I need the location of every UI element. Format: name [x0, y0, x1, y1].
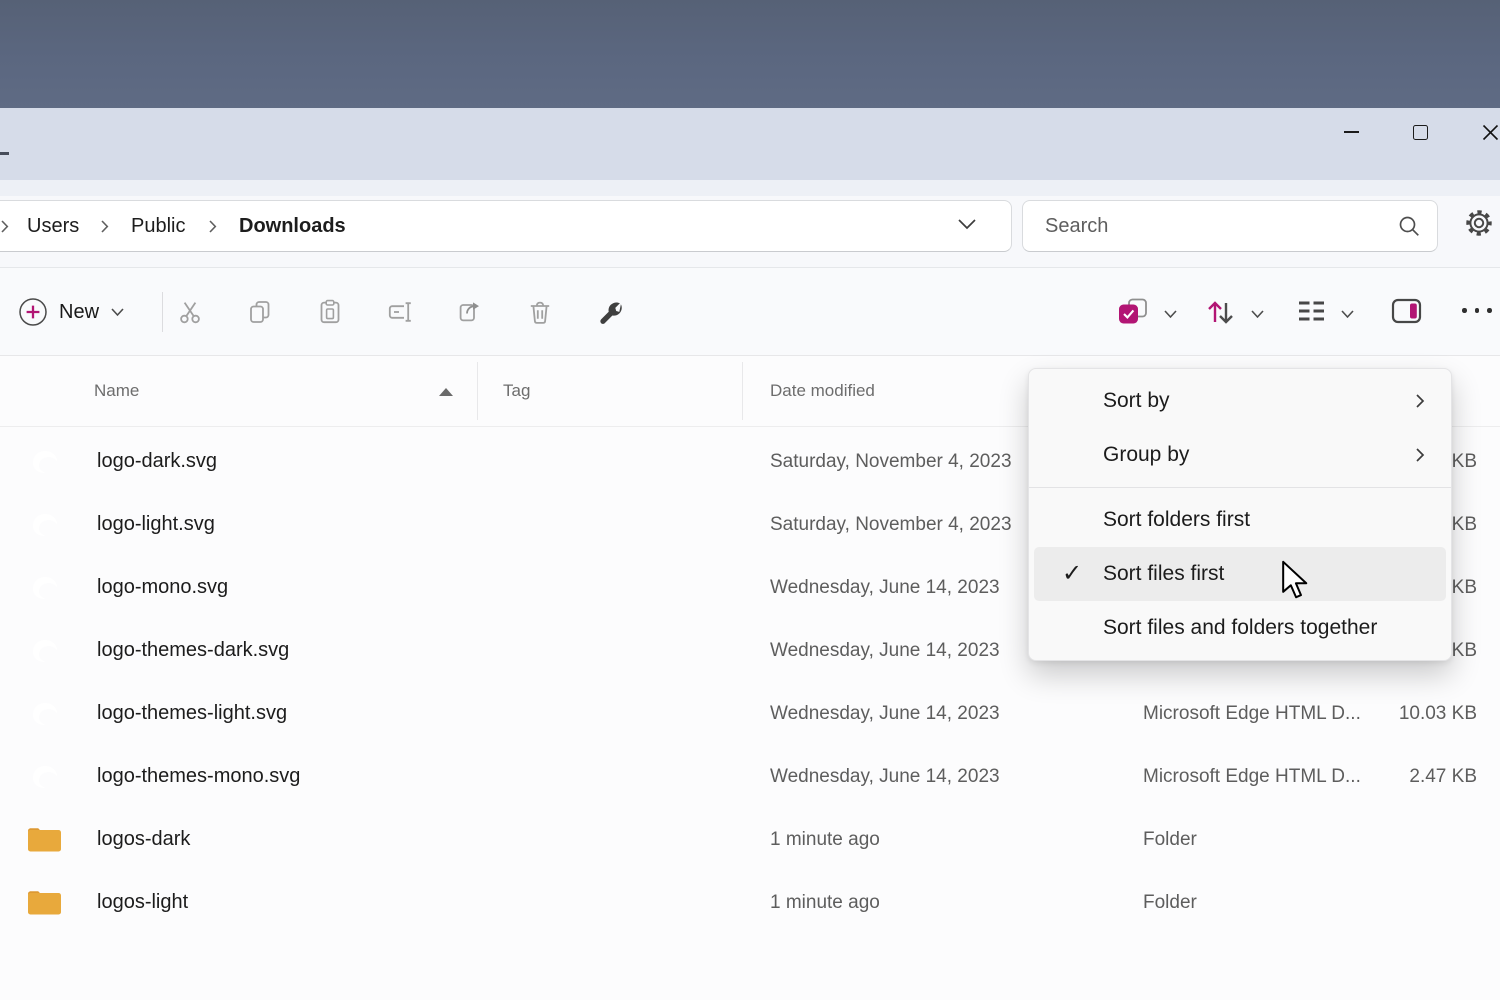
- submenu-chevron-icon: [1415, 447, 1425, 463]
- edge-logo-icon: [24, 567, 64, 607]
- file-date-modified: 1 minute ago: [770, 808, 880, 871]
- file-name: logos-dark: [97, 808, 190, 871]
- file-name: logo-themes-dark.svg: [97, 619, 289, 682]
- file-date-modified: Saturday, November 4, 2023: [770, 430, 1012, 493]
- edge-logo-icon: [24, 441, 64, 481]
- file-name: logo-themes-light.svg: [97, 682, 287, 745]
- file-row[interactable]: logo-themes-light.svg Wednesday, June 14…: [0, 682, 1500, 745]
- file-date-modified: 1 minute ago: [770, 871, 880, 934]
- file-row[interactable]: logo-themes-mono.svg Wednesday, June 14,…: [0, 745, 1500, 808]
- file-date-modified: Wednesday, June 14, 2023: [770, 556, 1000, 619]
- file-size: KB: [1452, 556, 1477, 619]
- file-date-modified: Wednesday, June 14, 2023: [770, 745, 1000, 808]
- menu-item-sort-folders-first[interactable]: Sort folders first: [1029, 493, 1451, 547]
- file-size: 2.47 KB: [1409, 745, 1477, 808]
- file-date-modified: Wednesday, June 14, 2023: [770, 682, 1000, 745]
- file-type: Folder: [1143, 871, 1197, 934]
- file-type: Folder: [1143, 808, 1197, 871]
- mouse-cursor: [1280, 560, 1310, 605]
- folder-icon: [24, 882, 64, 922]
- file-name: logo-themes-mono.svg: [97, 745, 300, 808]
- submenu-chevron-icon: [1415, 393, 1425, 409]
- edge-logo-icon: [24, 693, 64, 733]
- file-name: logo-dark.svg: [97, 430, 217, 493]
- menu-item-sort-by[interactable]: Sort by: [1029, 374, 1451, 428]
- context-menu: Sort by Group by Sort folders first ✓ So…: [1028, 368, 1452, 661]
- checkmark-icon: ✓: [1062, 559, 1082, 588]
- file-date-modified: Wednesday, June 14, 2023: [770, 619, 1000, 682]
- edge-logo-icon: [24, 756, 64, 796]
- file-date-modified: Saturday, November 4, 2023: [770, 493, 1012, 556]
- menu-item-sort-files-first[interactable]: ✓ Sort files first: [1034, 547, 1446, 601]
- file-name: logo-light.svg: [97, 493, 215, 556]
- file-size: 10.03 KB: [1399, 682, 1477, 745]
- file-row[interactable]: logos-light 1 minute ago Folder: [0, 871, 1500, 934]
- file-name: logos-light: [97, 871, 188, 934]
- file-type: Microsoft Edge HTML D...: [1143, 745, 1361, 808]
- menu-item-group-by[interactable]: Group by: [1029, 428, 1451, 482]
- edge-logo-icon: [24, 504, 64, 544]
- menu-separator: [1029, 487, 1451, 488]
- file-row[interactable]: logos-dark 1 minute ago Folder: [0, 808, 1500, 871]
- edge-logo-icon: [24, 630, 64, 670]
- file-type: Microsoft Edge HTML D...: [1143, 682, 1361, 745]
- file-name: logo-mono.svg: [97, 556, 228, 619]
- menu-item-sort-files-and-folders-together[interactable]: Sort files and folders together: [1029, 601, 1451, 655]
- folder-icon: [24, 819, 64, 859]
- file-size: KB: [1452, 493, 1477, 556]
- file-size: KB: [1452, 430, 1477, 493]
